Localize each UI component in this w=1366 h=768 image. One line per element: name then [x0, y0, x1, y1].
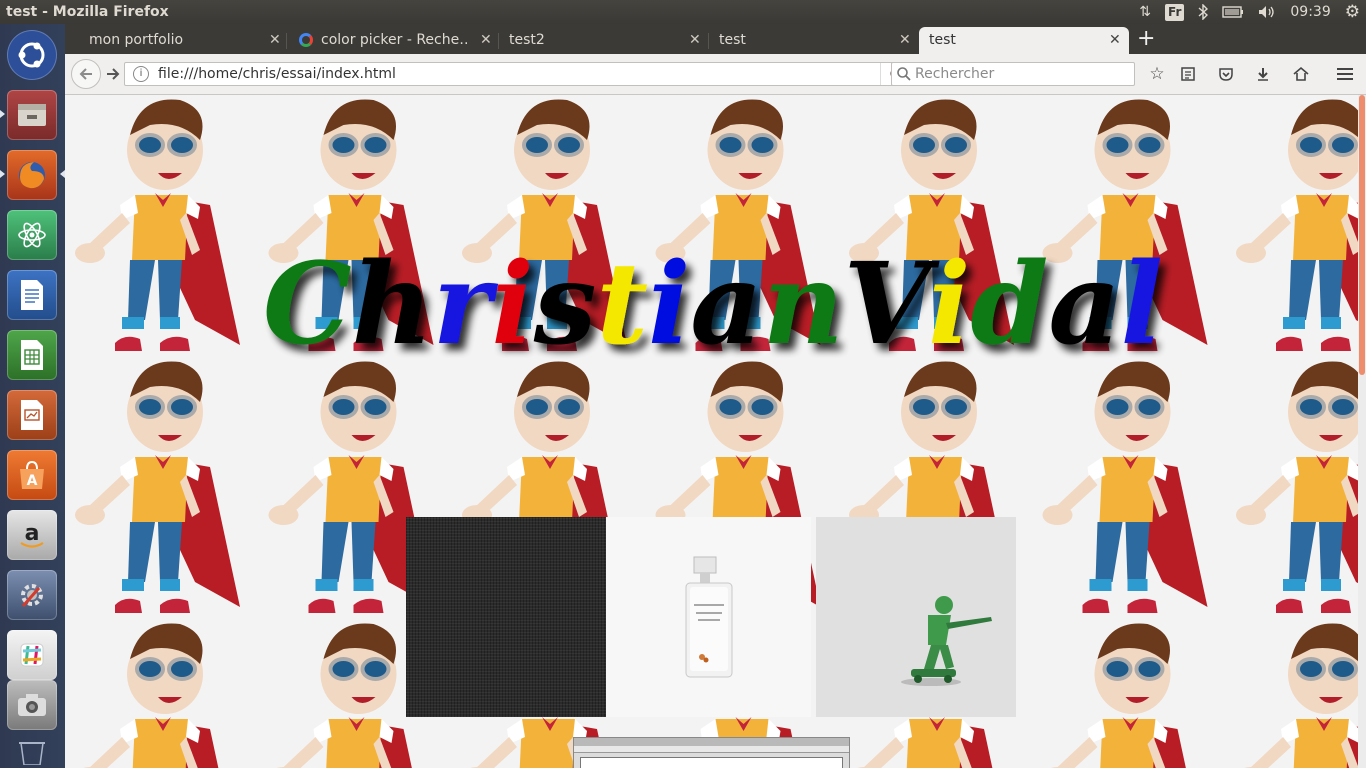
keyboard-layout-indicator[interactable]: Fr: [1165, 0, 1185, 24]
web-page-content: ChristianVidal: [65, 95, 1366, 768]
tab-mon-portfolio[interactable]: mon portfolio ✕: [65, 27, 287, 54]
network-arrows-icon[interactable]: ⇅: [1139, 0, 1151, 24]
site-info-icon[interactable]: i: [133, 66, 149, 82]
downloads-arrow-icon[interactable]: [1251, 62, 1275, 86]
url-bar[interactable]: i file:///home/chris/essai/index.html ⟳: [124, 62, 912, 86]
tab-label: color picker - Reche…: [321, 32, 467, 48]
site-heading-text: ChristianVidal: [263, 239, 1163, 370]
calc-icon[interactable]: [7, 330, 57, 380]
scrollbar-thumb[interactable]: [1359, 95, 1365, 375]
window-title: test - Mozilla Firefox: [6, 4, 169, 20]
svg-text:A: A: [27, 473, 38, 489]
firefox-icon[interactable]: [7, 150, 57, 200]
trash-icon[interactable]: [7, 734, 57, 766]
perfume-bottle-thumbnail[interactable]: [606, 517, 811, 717]
url-text[interactable]: file:///home/chris/essai/index.html: [158, 63, 396, 85]
tab-bar: mon portfolio ✕ color picker - Reche… ✕ …: [65, 24, 1366, 54]
system-tray: ⇅ Fr 09:39 ⚙: [1139, 0, 1366, 24]
heading-letter: a: [690, 239, 762, 370]
dark-texture-thumbnail[interactable]: [406, 517, 606, 717]
bluetooth-icon[interactable]: [1198, 0, 1209, 24]
writer-icon[interactable]: [7, 270, 57, 320]
thumbnail-titlebar: [574, 738, 849, 746]
heading-letter: t: [597, 239, 648, 370]
tab-close-icon[interactable]: ✕: [480, 27, 492, 54]
camera-icon[interactable]: [7, 680, 57, 730]
google-favicon-icon: [299, 33, 313, 47]
heading-letter: l: [1121, 239, 1163, 370]
pocket-icon[interactable]: [1214, 62, 1238, 86]
software-center-icon[interactable]: A: [7, 450, 57, 500]
battery-icon[interactable]: [1222, 0, 1244, 24]
heading-letter: s: [533, 239, 597, 370]
svg-text:a: a: [25, 521, 40, 546]
heading-letter: V: [844, 239, 941, 370]
session-gear-icon[interactable]: ⚙: [1345, 0, 1360, 24]
tab-label: mon portfolio: [89, 32, 184, 48]
tab-label: test2: [509, 32, 545, 48]
back-arrow-icon[interactable]: [71, 59, 101, 89]
keyboard-layout-label: Fr: [1165, 3, 1185, 21]
heading-letter: d: [971, 239, 1049, 370]
launcher: A a: [0, 24, 66, 768]
tab-label: test: [719, 32, 746, 48]
tab-close-icon[interactable]: ✕: [899, 27, 911, 54]
atom-icon[interactable]: [7, 210, 57, 260]
heading-letter: r: [433, 239, 499, 370]
home-icon[interactable]: [1289, 62, 1313, 86]
ubuntu-dash-icon[interactable]: [7, 30, 57, 80]
settings-icon[interactable]: [7, 570, 57, 620]
heading-letter: h: [352, 239, 433, 370]
slack-icon[interactable]: [7, 630, 57, 680]
thumbnail-toolbar: [574, 746, 849, 753]
impress-icon[interactable]: [7, 390, 57, 440]
files-icon[interactable]: [7, 90, 57, 140]
tab-close-icon[interactable]: ✕: [269, 27, 281, 54]
browser-screenshot-thumbnail[interactable]: [573, 737, 850, 768]
forward-arrow-icon[interactable]: [101, 62, 125, 86]
heading-letter: i: [648, 239, 690, 370]
amazon-icon[interactable]: a: [7, 510, 57, 560]
new-tab-plus-icon[interactable]: +: [1137, 26, 1155, 52]
heading-letter: n: [763, 239, 844, 370]
heading-letter: a: [1048, 239, 1120, 370]
hamburger-menu-icon[interactable]: [1333, 62, 1357, 86]
navigation-toolbar: i file:///home/chris/essai/index.html ⟳ …: [65, 54, 1366, 95]
search-input[interactable]: Rechercher: [891, 62, 1135, 86]
toy-soldier-thumbnail[interactable]: [816, 517, 1016, 717]
bookmark-star-icon[interactable]: ☆: [1145, 62, 1169, 86]
clock[interactable]: 09:39: [1290, 0, 1330, 24]
heading-letter: C: [263, 239, 352, 370]
heading-letter: i: [928, 239, 970, 370]
thumbnail-content: [580, 757, 843, 768]
page-scrollbar[interactable]: [1358, 95, 1366, 768]
tab-close-icon[interactable]: ✕: [1109, 27, 1121, 54]
search-icon: [897, 63, 911, 88]
search-placeholder: Rechercher: [915, 66, 995, 82]
site-heading: ChristianVidal: [263, 239, 1163, 370]
tab-label: test: [929, 32, 956, 48]
tab-color-picker[interactable]: color picker - Reche… ✕: [287, 27, 499, 54]
heading-letter: i: [491, 239, 533, 370]
tab-test[interactable]: test ✕: [709, 27, 919, 54]
bookmarks-list-icon[interactable]: [1176, 62, 1200, 86]
tab-test-active[interactable]: test ✕: [919, 27, 1129, 54]
firefox-running-indicator: [0, 170, 5, 178]
volume-icon[interactable]: [1258, 0, 1276, 24]
top-panel: test - Mozilla Firefox ⇅ Fr 09:39 ⚙: [0, 0, 1366, 24]
tab-close-icon[interactable]: ✕: [689, 27, 701, 54]
tab-test2[interactable]: test2 ✕: [499, 27, 709, 54]
files-running-indicator: [0, 110, 5, 118]
